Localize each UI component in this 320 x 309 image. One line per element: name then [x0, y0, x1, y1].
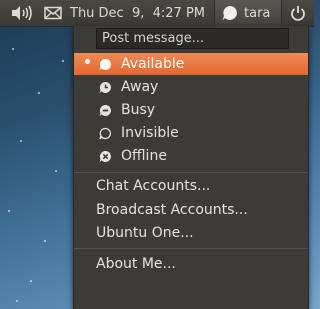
status-item-offline[interactable]: Offline: [74, 145, 308, 167]
away-icon: [99, 81, 111, 94]
status-label: Available: [121, 56, 185, 72]
clock-label: Thu Dec 9, 4:27 PM: [70, 5, 206, 21]
menu-separator: [74, 172, 308, 173]
me-menu[interactable]: tara: [214, 0, 282, 26]
status-item-away[interactable]: Away: [74, 76, 308, 98]
invisible-icon: [99, 127, 111, 140]
offline-icon: [99, 150, 111, 163]
available-icon: [99, 58, 111, 71]
menu-item-label: Ubuntu One...: [96, 225, 194, 241]
top-panel: Thu Dec 9, 4:27 PM tara: [0, 0, 314, 27]
menu-item-label: Chat Accounts...: [96, 178, 211, 194]
post-message-input[interactable]: [96, 28, 289, 49]
status-item-available[interactable]: Available: [74, 53, 308, 75]
status-label: Invisible: [121, 125, 179, 141]
status-label: Busy: [121, 102, 156, 118]
status-item-invisible[interactable]: Invisible: [74, 122, 308, 144]
session-menu[interactable]: [284, 0, 312, 26]
menu-item-about-me[interactable]: About Me...: [74, 253, 308, 275]
clock-menu[interactable]: Thu Dec 9, 4:27 PM: [64, 0, 211, 26]
menu-item-broadcast-accounts[interactable]: Broadcast Accounts...: [74, 199, 308, 221]
menu-item-ubuntu-one[interactable]: Ubuntu One...: [74, 222, 308, 244]
status-item-busy[interactable]: Busy: [74, 99, 308, 121]
envelope-icon: [44, 6, 62, 20]
menu-item-chat-accounts[interactable]: Chat Accounts...: [74, 175, 308, 197]
menu-item-label: About Me...: [96, 256, 176, 272]
me-menu-dropdown: Available Away Busy Invisible Offline Ch: [73, 26, 309, 309]
sound-menu[interactable]: [4, 0, 40, 26]
available-status-icon: [222, 6, 237, 21]
speaker-icon: [12, 5, 32, 21]
busy-icon: [99, 104, 111, 117]
user-name-label: tara: [244, 5, 271, 21]
status-label: Away: [121, 79, 159, 95]
status-label: Offline: [121, 148, 167, 164]
menu-item-label: Broadcast Accounts...: [96, 202, 248, 218]
power-icon: [291, 6, 305, 21]
menu-separator: [74, 248, 308, 249]
selected-bullet-icon: [85, 59, 90, 64]
